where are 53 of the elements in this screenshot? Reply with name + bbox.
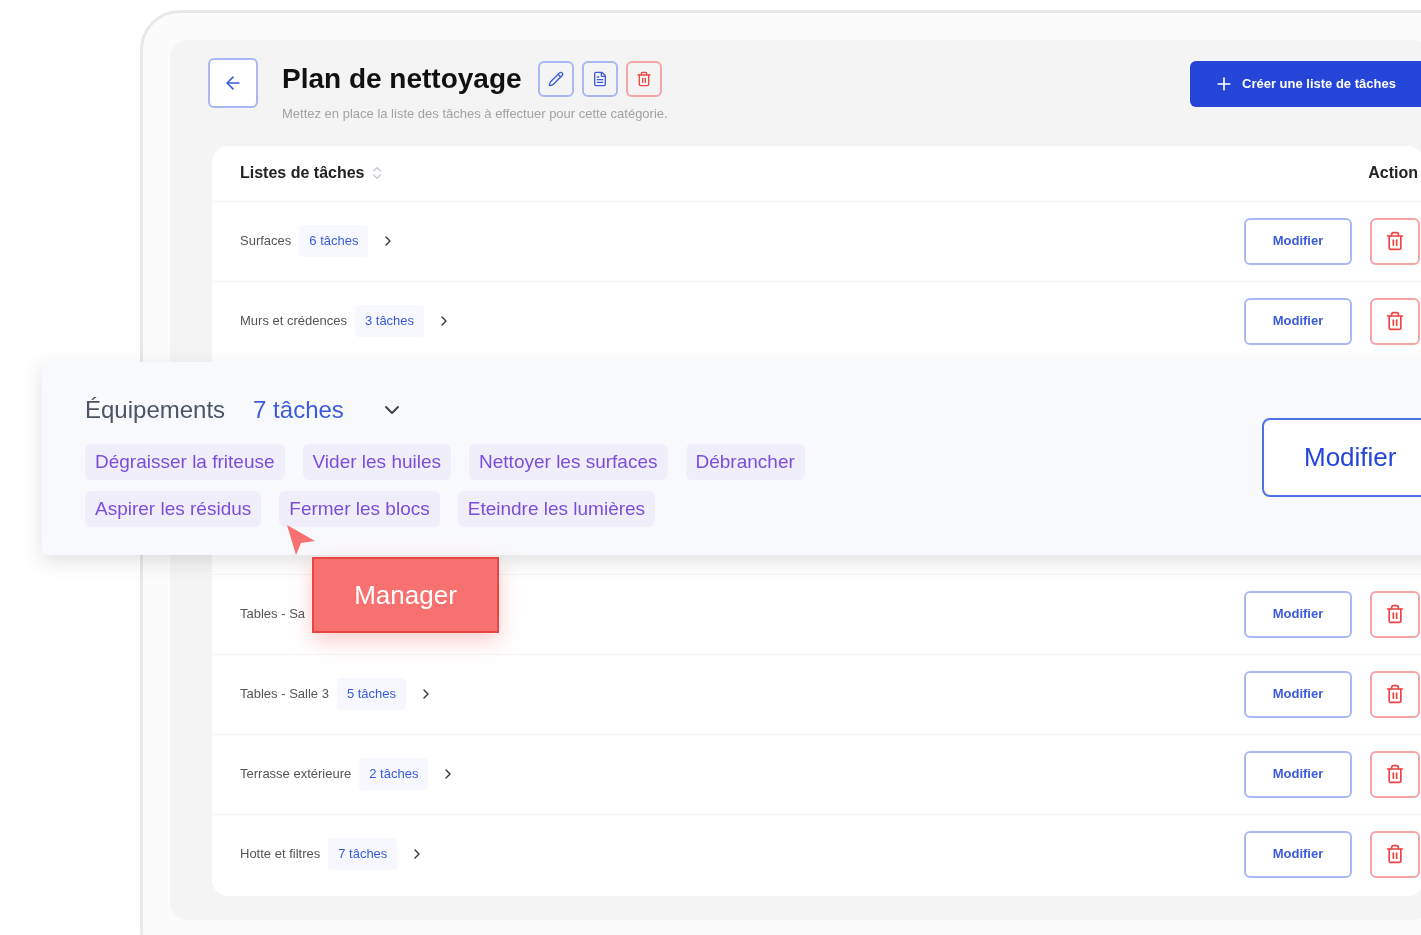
edit-button[interactable]: Modifier xyxy=(1244,217,1352,265)
column-header: Action xyxy=(1368,163,1418,183)
delete-button[interactable] xyxy=(1370,670,1420,718)
trash-icon xyxy=(1385,311,1405,331)
task-count-badge: 7 tâches xyxy=(328,838,398,870)
delete-button[interactable] xyxy=(1370,217,1420,265)
task-count-badge: 3 tâches xyxy=(354,305,425,337)
task-count: 7 tâches xyxy=(253,395,344,425)
task-chip: Fermer les blocs xyxy=(279,491,440,527)
role-tag: Manager xyxy=(312,557,499,633)
page-subtitle: Mettez en place la liste des tâches à effectuer pour cette catégorie. xyxy=(282,105,668,123)
page-title: Plan de nettoyage xyxy=(282,62,522,96)
category-name: Équipements xyxy=(85,395,226,425)
document-button[interactable] xyxy=(581,61,618,97)
edit-button[interactable]: Modifier xyxy=(1244,670,1352,718)
task-chip: Aspirer les résidus xyxy=(85,491,262,527)
task-chip: Débrancher xyxy=(685,444,805,480)
task-chip: Dégraisser la friteuse xyxy=(85,444,285,480)
task-list-name: Tables - Sa xyxy=(240,605,306,624)
edit-button[interactable]: Modifier xyxy=(1262,418,1421,497)
task-count-badge: 2 tâches xyxy=(359,758,429,790)
edit-icon-button[interactable] xyxy=(537,61,574,97)
create-list-button[interactable]: Créer une liste de tâches xyxy=(1190,61,1421,107)
edit-button[interactable]: Modifier xyxy=(1244,830,1352,878)
pencil-icon xyxy=(547,71,564,87)
trash-icon xyxy=(1385,764,1405,784)
edit-button[interactable]: Modifier xyxy=(1244,590,1352,638)
delete-button[interactable] xyxy=(1370,830,1420,878)
trash-icon xyxy=(1385,231,1405,251)
delete-category-button[interactable] xyxy=(625,61,662,97)
column-header[interactable]: Listes de tâches xyxy=(240,161,365,185)
delete-button[interactable] xyxy=(1370,297,1420,345)
task-list-name: Surfaces xyxy=(240,232,292,251)
task-chip: Vider les huiles xyxy=(302,444,452,480)
edit-button[interactable]: Modifier xyxy=(1244,297,1352,345)
delete-button[interactable] xyxy=(1370,750,1420,798)
cursor-arrow-icon xyxy=(286,524,316,556)
trash-icon xyxy=(1385,684,1405,704)
task-list-name: Tables - Salle 3 xyxy=(240,685,329,704)
edit-button[interactable]: Modifier xyxy=(1244,750,1352,798)
task-chip: Nettoyer les surfaces xyxy=(469,444,668,480)
trash-icon xyxy=(1385,844,1405,864)
back-button[interactable] xyxy=(208,58,258,108)
task-count-badge: 5 tâches xyxy=(336,678,407,710)
task-list-name: Terrasse extérieure xyxy=(240,765,352,784)
trash-icon xyxy=(1385,604,1405,624)
task-list-name: Murs et crédences xyxy=(240,312,347,331)
trash-icon xyxy=(635,71,652,87)
task-count-badge: 6 tâches xyxy=(299,225,369,257)
task-list-name: Hotte et filtres xyxy=(240,845,321,864)
delete-button[interactable] xyxy=(1370,590,1420,638)
task-chip: Eteindre les lumières xyxy=(457,491,656,527)
document-icon xyxy=(591,71,608,87)
